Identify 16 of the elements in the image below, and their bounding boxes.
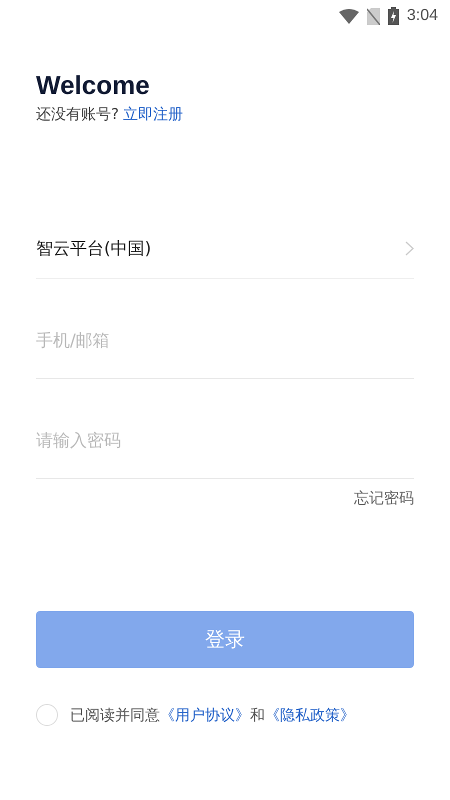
- phone-field[interactable]: 手机/邮箱: [36, 279, 414, 379]
- no-sim-icon: [366, 8, 380, 24]
- platform-selector[interactable]: 智云平台(中国): [36, 227, 414, 279]
- no-account-prompt: 还没有账号?: [36, 105, 119, 124]
- agreement-link[interactable]: 《用户协议》: [160, 706, 250, 724]
- register-link[interactable]: 立即注册: [122, 105, 183, 124]
- agreement-text: 已阅读并同意《用户协议》和《隐私政策》: [70, 706, 355, 724]
- password-field[interactable]: 请输入密码: [36, 379, 414, 479]
- welcome-title: Welcome: [36, 70, 150, 101]
- wifi-icon: [338, 8, 359, 24]
- agreement-link[interactable]: 《隐私政策》: [265, 706, 355, 724]
- status-time: 3:04: [406, 7, 438, 25]
- battery-charging-icon: [388, 7, 399, 25]
- forgot-password-link[interactable]: 忘记密码: [354, 489, 414, 508]
- chevron-right-icon: [405, 241, 414, 256]
- agreement-checkbox[interactable]: [36, 704, 58, 726]
